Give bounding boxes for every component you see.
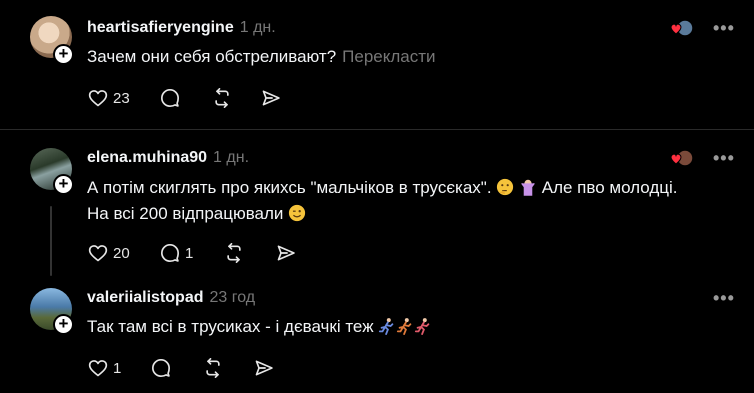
timestamp[interactable]: 23 год <box>210 289 256 306</box>
thinking-face-icon <box>497 178 514 196</box>
person-running-icon <box>379 318 394 335</box>
heart-icon <box>88 245 108 262</box>
like-button[interactable]: 20 <box>88 243 130 263</box>
post-heartisafieryengine: + heartisafieryengine 1 дн. ••• Зачем они… <box>0 0 754 130</box>
post-text-line2: На всі 200 відпрацювали <box>87 204 284 223</box>
post-text: Так там всі в трусиках - і дєвачкі теж <box>87 314 432 340</box>
share-button[interactable] <box>261 88 281 108</box>
thread-line <box>50 206 52 276</box>
send-icon <box>255 360 273 376</box>
post-text-line1: А потім скиглять про якихсь "мальчіков в… <box>87 178 492 197</box>
like-count: 23 <box>113 89 130 107</box>
speech-bubble-icon <box>161 244 179 262</box>
share-button[interactable] <box>276 243 296 263</box>
person-shrugging-icon <box>521 179 535 196</box>
share-button[interactable] <box>254 358 274 378</box>
timestamp[interactable]: 1 дн. <box>240 19 276 36</box>
heart-icon <box>88 360 108 377</box>
post-header: valeriialistopad 23 год <box>87 289 255 307</box>
person-running-icon <box>397 318 412 335</box>
repost-button[interactable] <box>224 243 244 263</box>
reply-button[interactable] <box>151 358 171 378</box>
follow-plus-icon[interactable]: + <box>53 44 74 65</box>
speech-bubble-icon <box>161 89 179 107</box>
like-button[interactable]: 23 <box>88 88 130 108</box>
more-options-icon[interactable]: ••• <box>713 19 735 37</box>
translate-link[interactable]: Перекласти <box>342 47 435 66</box>
post-text: А потім скиглять про якихсь "мальчіков в… <box>87 175 678 227</box>
reaction-badge[interactable] <box>668 148 694 170</box>
post-elena-muhina90: + elena.muhina90 1 дн. ••• А потім скигля… <box>0 130 754 280</box>
speech-bubble-icon <box>152 359 170 377</box>
send-icon <box>277 245 295 261</box>
heart-icon <box>88 90 108 107</box>
post-text-line1-tail: Але пво молодці. <box>541 178 678 197</box>
like-count: 20 <box>113 244 130 262</box>
repost-icon <box>227 243 241 263</box>
follow-plus-icon[interactable]: + <box>53 174 74 195</box>
repost-icon <box>206 358 220 378</box>
username[interactable]: elena.muhina90 <box>87 149 207 166</box>
reply-count: 1 <box>185 244 194 262</box>
timestamp[interactable]: 1 дн. <box>213 149 249 166</box>
post-header: heartisafieryengine 1 дн. <box>87 19 276 37</box>
post-text: Зачем они себя обстреливают? Перекласти <box>87 44 436 70</box>
post-text-content: Зачем они себя обстреливают? <box>87 47 337 66</box>
send-icon <box>262 90 280 106</box>
like-count: 1 <box>113 359 122 377</box>
repost-button[interactable] <box>212 88 232 108</box>
like-button[interactable]: 1 <box>88 358 121 378</box>
username[interactable]: heartisafieryengine <box>87 19 234 36</box>
more-options-icon[interactable]: ••• <box>713 149 735 167</box>
repost-button[interactable] <box>203 358 223 378</box>
repost-icon <box>215 88 229 108</box>
follow-plus-icon[interactable]: + <box>53 314 74 335</box>
post-text-content: Так там всі в трусиках - і дєвачкі теж <box>87 317 374 336</box>
reply-button[interactable]: 1 <box>160 243 193 263</box>
post-header: elena.muhina90 1 дн. <box>87 149 249 167</box>
reply-button[interactable] <box>160 88 180 108</box>
person-running-icon <box>415 318 430 335</box>
username[interactable]: valeriialistopad <box>87 289 204 306</box>
winking-face-icon <box>289 204 306 222</box>
post-valeriialistopad: + valeriialistopad 23 год ••• Так там всі… <box>0 280 754 393</box>
more-options-icon[interactable]: ••• <box>713 289 735 307</box>
reaction-badge[interactable] <box>668 18 694 40</box>
